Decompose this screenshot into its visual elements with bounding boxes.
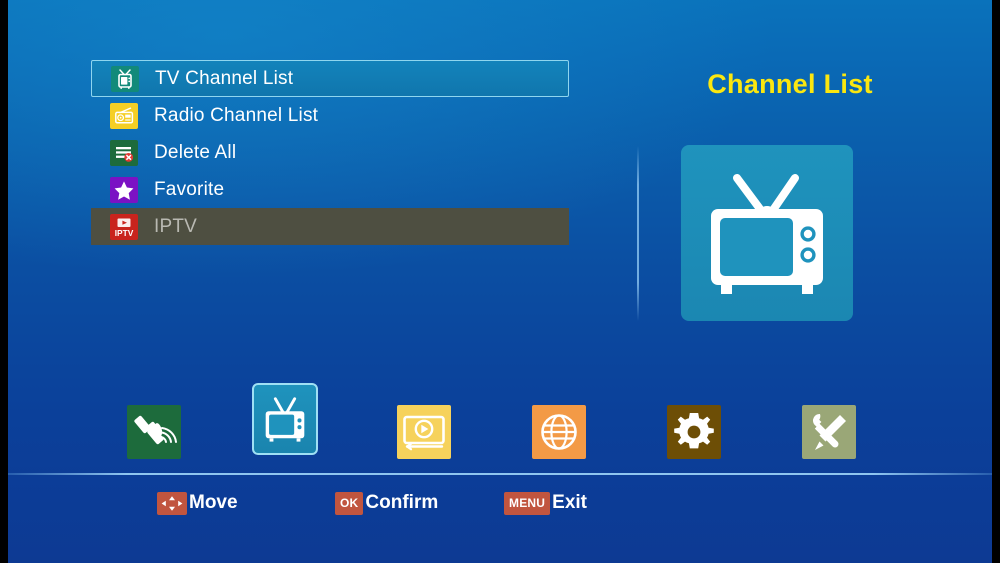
star-icon — [110, 176, 138, 203]
main-menu-iconbar — [91, 383, 909, 463]
iconbar-item-media-player[interactable] — [397, 405, 451, 459]
menu-item-delete-all[interactable]: Delete All — [91, 134, 569, 171]
menu-key-badge: MENU — [504, 491, 551, 515]
hint-move[interactable]: Move — [157, 489, 238, 517]
hint-exit[interactable]: MENU Exit — [504, 489, 587, 517]
ok-key-badge: OK — [335, 491, 364, 515]
pillarbox-right — [992, 0, 1000, 563]
tv-icon — [257, 388, 313, 450]
iconbar-item-tools[interactable] — [802, 405, 856, 459]
menu-item-favorite[interactable]: Favorite — [91, 171, 569, 208]
hint-label: Exit — [552, 492, 587, 513]
menu-item-tv-channel-list[interactable]: TV Channel List — [91, 60, 569, 97]
menu-item-label: TV Channel List — [155, 67, 294, 89]
menu-item-radio-channel-list[interactable]: Radio Channel List — [91, 97, 569, 134]
globe-icon — [532, 405, 586, 459]
delete-icon — [110, 139, 138, 166]
svg-text:IPTV: IPTV — [115, 228, 134, 238]
tv-icon — [111, 65, 139, 92]
horizontal-divider — [8, 473, 992, 475]
pillarbox-left — [0, 0, 8, 563]
iconbar-item-tv[interactable] — [252, 383, 318, 455]
gear-icon — [667, 405, 721, 459]
channel-list-menu: TV Channel List Radio Channel List Delet… — [91, 60, 569, 245]
hint-bar: Move OK Confirm MENU Exit — [8, 489, 992, 521]
iconbar-item-satellite[interactable] — [127, 405, 181, 459]
radio-icon — [110, 102, 138, 129]
tools-icon — [802, 405, 856, 459]
iconbar-item-network[interactable] — [532, 405, 586, 459]
hint-label: Move — [189, 492, 238, 513]
iptv-icon: IPTV — [110, 213, 138, 240]
menu-item-label: IPTV — [154, 215, 198, 237]
hint-label: Confirm — [365, 492, 439, 513]
vertical-divider — [637, 146, 639, 321]
satellite-icon — [127, 405, 181, 459]
menu-item-label: Favorite — [154, 178, 225, 200]
menu-item-label: Radio Channel List — [154, 104, 319, 126]
menu-item-label: Delete All — [154, 141, 237, 163]
hint-confirm[interactable]: OK Confirm — [335, 489, 438, 517]
dpad-icon — [157, 491, 187, 515]
set-top-box-screen: TV Channel List Radio Channel List Delet… — [0, 0, 1000, 563]
tv-large-icon — [681, 145, 853, 321]
media-player-icon — [397, 405, 451, 459]
menu-item-iptv[interactable]: IPTV IPTV — [91, 208, 569, 245]
iconbar-item-settings[interactable] — [667, 405, 721, 459]
page-title: Channel List — [707, 69, 873, 99]
